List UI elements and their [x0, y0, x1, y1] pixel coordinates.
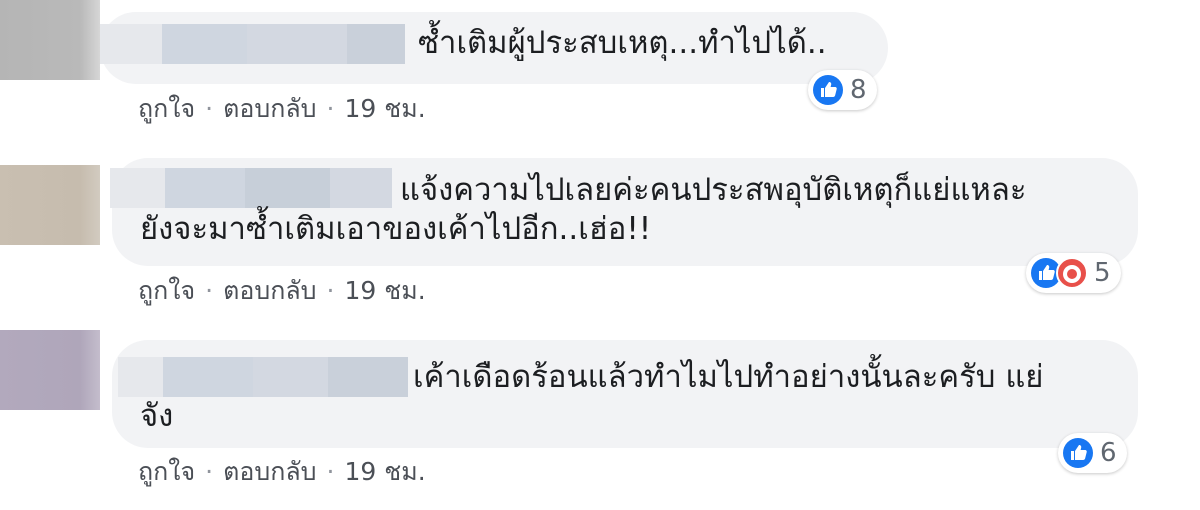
comment-text: เค้าเดือดร้อนแล้วทำไมไปทำอย่างนั้นละครับ… — [413, 354, 1043, 400]
separator-dot: · — [326, 457, 335, 486]
blurred-author-name[interactable] — [118, 357, 408, 397]
like-link[interactable]: ถูกใจ — [138, 457, 195, 486]
comment-item: เค้าเดือดร้อนแล้วทำไมไปทำอย่างนั้นละครับ… — [0, 0, 1200, 510]
comment-text: จัง — [140, 393, 173, 439]
timestamp-link[interactable]: 19 ชม. — [345, 457, 426, 486]
comment-actions: ถูกใจ · ตอบกลับ · 19 ชม. — [138, 455, 426, 489]
comment-text-line: เค้าเดือดร้อนแล้วทำไมไปทำอย่างนั้นละครับ… — [413, 359, 1044, 395]
reactions-summary[interactable]: 6 — [1058, 433, 1127, 473]
avatar[interactable] — [0, 330, 100, 410]
comment-text-line: จัง — [140, 398, 174, 434]
reply-link[interactable]: ตอบกลับ — [223, 457, 316, 486]
like-icon — [1063, 438, 1093, 468]
separator-dot: · — [205, 457, 214, 486]
reaction-count: 6 — [1100, 438, 1117, 468]
